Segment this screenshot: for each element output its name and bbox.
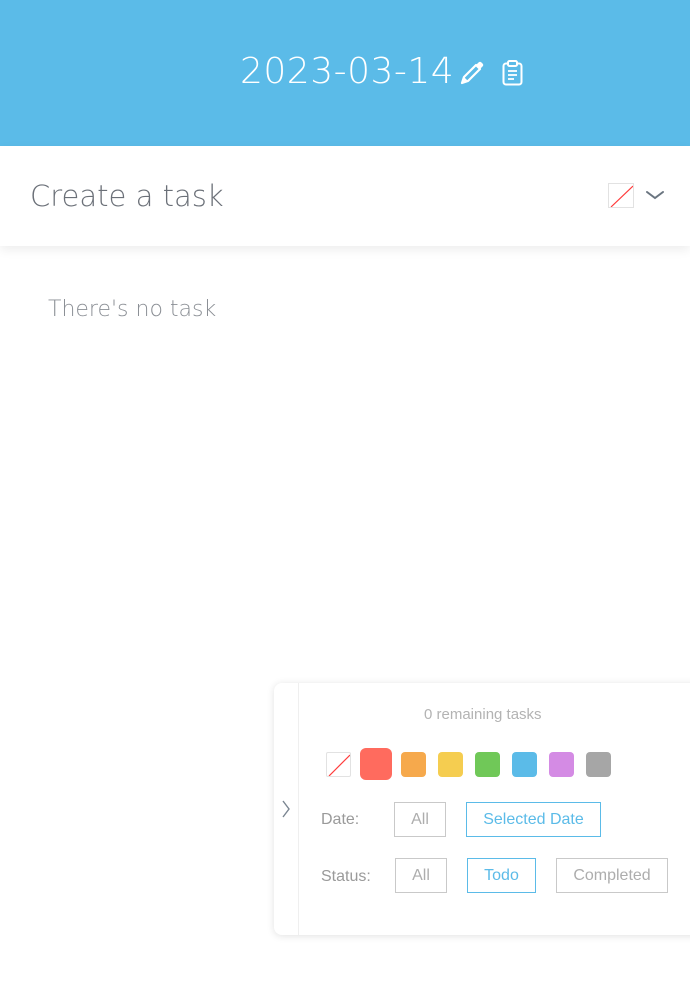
- create-task-bar: [0, 146, 690, 246]
- color-swatch-orange[interactable]: [401, 752, 426, 777]
- color-swatch-none[interactable]: [326, 752, 351, 777]
- color-swatch-gray[interactable]: [586, 752, 611, 777]
- date-filter-all-button[interactable]: All: [394, 802, 446, 837]
- date-filter-label: Date:: [321, 811, 360, 828]
- app-header: 2023-03-14: [0, 0, 690, 146]
- color-swatch-green[interactable]: [475, 752, 500, 777]
- color-swatch-yellow[interactable]: [438, 752, 463, 777]
- panel-toggle[interactable]: [274, 683, 299, 935]
- chevron-right-icon: [282, 800, 290, 818]
- pencil-icon[interactable]: [457, 58, 487, 88]
- remaining-tasks-count: 0 remaining tasks: [424, 706, 542, 723]
- create-task-input[interactable]: [30, 172, 570, 220]
- status-filter-label: Status:: [321, 868, 371, 885]
- filter-panel: 0 remaining tasks Date: All Selected Dat…: [274, 683, 690, 935]
- chevron-down-icon[interactable]: [642, 182, 668, 208]
- clipboard-icon[interactable]: [498, 58, 528, 88]
- color-swatch-red[interactable]: [360, 748, 392, 780]
- status-filter-todo-button[interactable]: Todo: [467, 858, 536, 893]
- color-swatch-blue[interactable]: [512, 752, 537, 777]
- status-filter-all-button[interactable]: All: [395, 858, 447, 893]
- status-filter-completed-button[interactable]: Completed: [556, 858, 668, 893]
- color-swatch-purple[interactable]: [549, 752, 574, 777]
- empty-task-message: There's no task: [48, 297, 217, 322]
- selected-date-title[interactable]: 2023-03-14: [240, 50, 454, 94]
- date-filter-selected-button[interactable]: Selected Date: [466, 802, 601, 837]
- no-color-icon[interactable]: [608, 183, 634, 208]
